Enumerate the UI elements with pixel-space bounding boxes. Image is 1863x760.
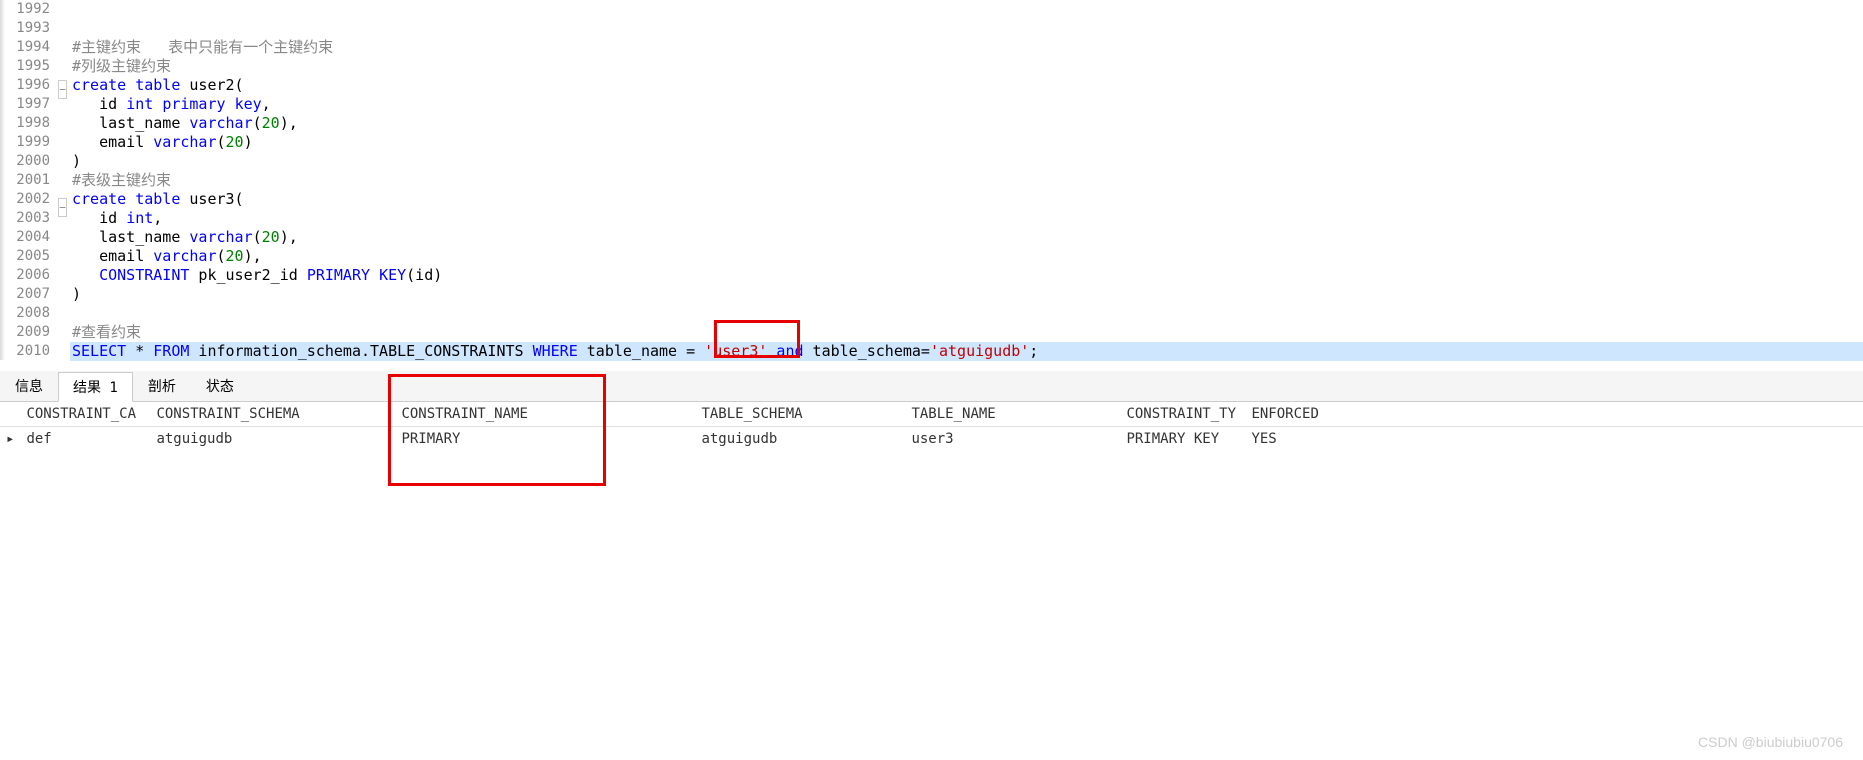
line-number: 2010	[0, 342, 50, 361]
line-number: 1999	[0, 133, 50, 152]
code-line[interactable]: #表级主键约束	[70, 171, 1863, 190]
code-line[interactable]: email varchar(20),	[70, 247, 1863, 266]
code-line[interactable]: #列级主键约束	[70, 57, 1863, 76]
code-line[interactable]: SELECT * FROM information_schema.TABLE_C…	[70, 342, 1863, 361]
tab-结果 1[interactable]: 结果 1	[58, 372, 133, 402]
table-cell[interactable]: PRIMARY	[395, 427, 695, 452]
column-header[interactable]: CONSTRAINT_SCHEMA	[150, 402, 395, 427]
line-number: 1993	[0, 19, 50, 38]
table-cell[interactable]: YES	[1245, 427, 1863, 452]
row-indicator-icon: ▸	[0, 427, 20, 452]
table-cell[interactable]: PRIMARY KEY	[1120, 427, 1245, 452]
result-tabs: 信息结果 1剖析状态	[0, 371, 1863, 402]
line-number: 2008	[0, 304, 50, 323]
code-line[interactable]	[70, 304, 1863, 323]
line-number: 1995	[0, 57, 50, 76]
line-number: 2005	[0, 247, 50, 266]
code-line[interactable]: #主键约束 表中只能有一个主键约束	[70, 38, 1863, 57]
code-line[interactable]: create table user3(	[70, 190, 1863, 209]
code-line[interactable]: )	[70, 285, 1863, 304]
line-number: 1994	[0, 38, 50, 57]
line-number: 2006	[0, 266, 50, 285]
code-line[interactable]: CONSTRAINT pk_user2_id PRIMARY KEY(id)	[70, 266, 1863, 285]
line-number: 2001	[0, 171, 50, 190]
column-header[interactable]: CONSTRAINT_CA	[20, 402, 150, 427]
code-line[interactable]: create table user2(	[70, 76, 1863, 95]
code-line[interactable]: last_name varchar(20),	[70, 114, 1863, 133]
fold-toggle-icon[interactable]: −	[58, 198, 67, 217]
code-editor[interactable]: 1992199319941995199619971998199920002001…	[0, 0, 1863, 369]
column-header[interactable]: CONSTRAINT_NAME	[395, 402, 695, 427]
line-number: 1997	[0, 95, 50, 114]
line-number: 2007	[0, 285, 50, 304]
line-number: 2002	[0, 190, 50, 209]
result-table[interactable]: CONSTRAINT_CACONSTRAINT_SCHEMACONSTRAINT…	[0, 402, 1863, 451]
code-line[interactable]: email varchar(20)	[70, 133, 1863, 152]
table-row[interactable]: ▸defatguigudbPRIMARYatguigudbuser3PRIMAR…	[0, 427, 1863, 452]
code-area[interactable]: #主键约束 表中只能有一个主键约束#列级主键约束create table use…	[70, 0, 1863, 369]
code-line[interactable]: id int,	[70, 209, 1863, 228]
line-number: 2003	[0, 209, 50, 228]
column-header[interactable]: TABLE_SCHEMA	[695, 402, 905, 427]
line-number: 2009	[0, 323, 50, 342]
table-cell[interactable]: atguigudb	[150, 427, 395, 452]
line-number: 2000	[0, 152, 50, 171]
code-line[interactable]: )	[70, 152, 1863, 171]
tab-信息[interactable]: 信息	[0, 371, 58, 401]
line-number: 1992	[0, 0, 50, 19]
watermark: CSDN @biubiubiu0706	[1698, 734, 1843, 750]
column-header[interactable]: CONSTRAINT_TY	[1120, 402, 1245, 427]
code-line[interactable]: #查看约束	[70, 323, 1863, 342]
line-number-gutter: 1992199319941995199619971998199920002001…	[0, 0, 58, 369]
line-number: 1996	[0, 76, 50, 95]
table-cell[interactable]: def	[20, 427, 150, 452]
table-cell[interactable]: atguigudb	[695, 427, 905, 452]
line-number: 2004	[0, 228, 50, 247]
code-line[interactable]	[70, 0, 1863, 19]
code-line[interactable]: last_name varchar(20),	[70, 228, 1863, 247]
tab-状态[interactable]: 状态	[191, 371, 249, 401]
column-header[interactable]: TABLE_NAME	[905, 402, 1120, 427]
code-line[interactable]: id int primary key,	[70, 95, 1863, 114]
fold-column[interactable]: −−	[58, 0, 70, 369]
tab-剖析[interactable]: 剖析	[133, 371, 191, 401]
code-line[interactable]	[70, 19, 1863, 38]
table-cell[interactable]: user3	[905, 427, 1120, 452]
fold-toggle-icon[interactable]: −	[58, 80, 67, 99]
column-header[interactable]: ENFORCED	[1245, 402, 1863, 427]
line-number: 1998	[0, 114, 50, 133]
